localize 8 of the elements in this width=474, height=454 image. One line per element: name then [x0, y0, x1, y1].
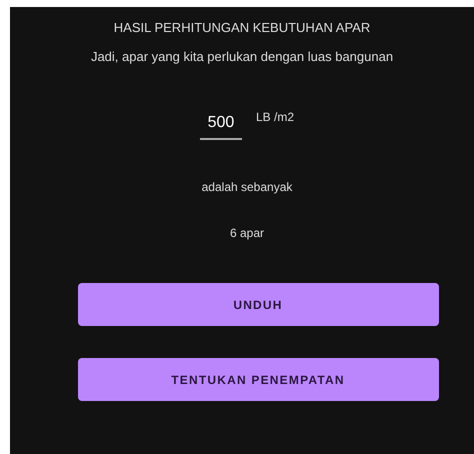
- action-button[interactable]: UNDUH: [78, 283, 438, 326]
- result-title: HASIL PERHITUNGAN KEBUTUHAN APAR: [114, 20, 370, 36]
- action-button[interactable]: TENTUKAN PENEMPATAN: [78, 358, 438, 401]
- unit-label: LB /m2: [256, 110, 294, 124]
- result-text: 6 apar: [230, 226, 264, 240]
- intro-text: Jadi, apar yang kita perlukan dengan luas bangunan: [90, 49, 394, 65]
- middle-text: adalah sebanyak: [202, 180, 292, 194]
- area-input-field[interactable]: 500: [200, 112, 242, 140]
